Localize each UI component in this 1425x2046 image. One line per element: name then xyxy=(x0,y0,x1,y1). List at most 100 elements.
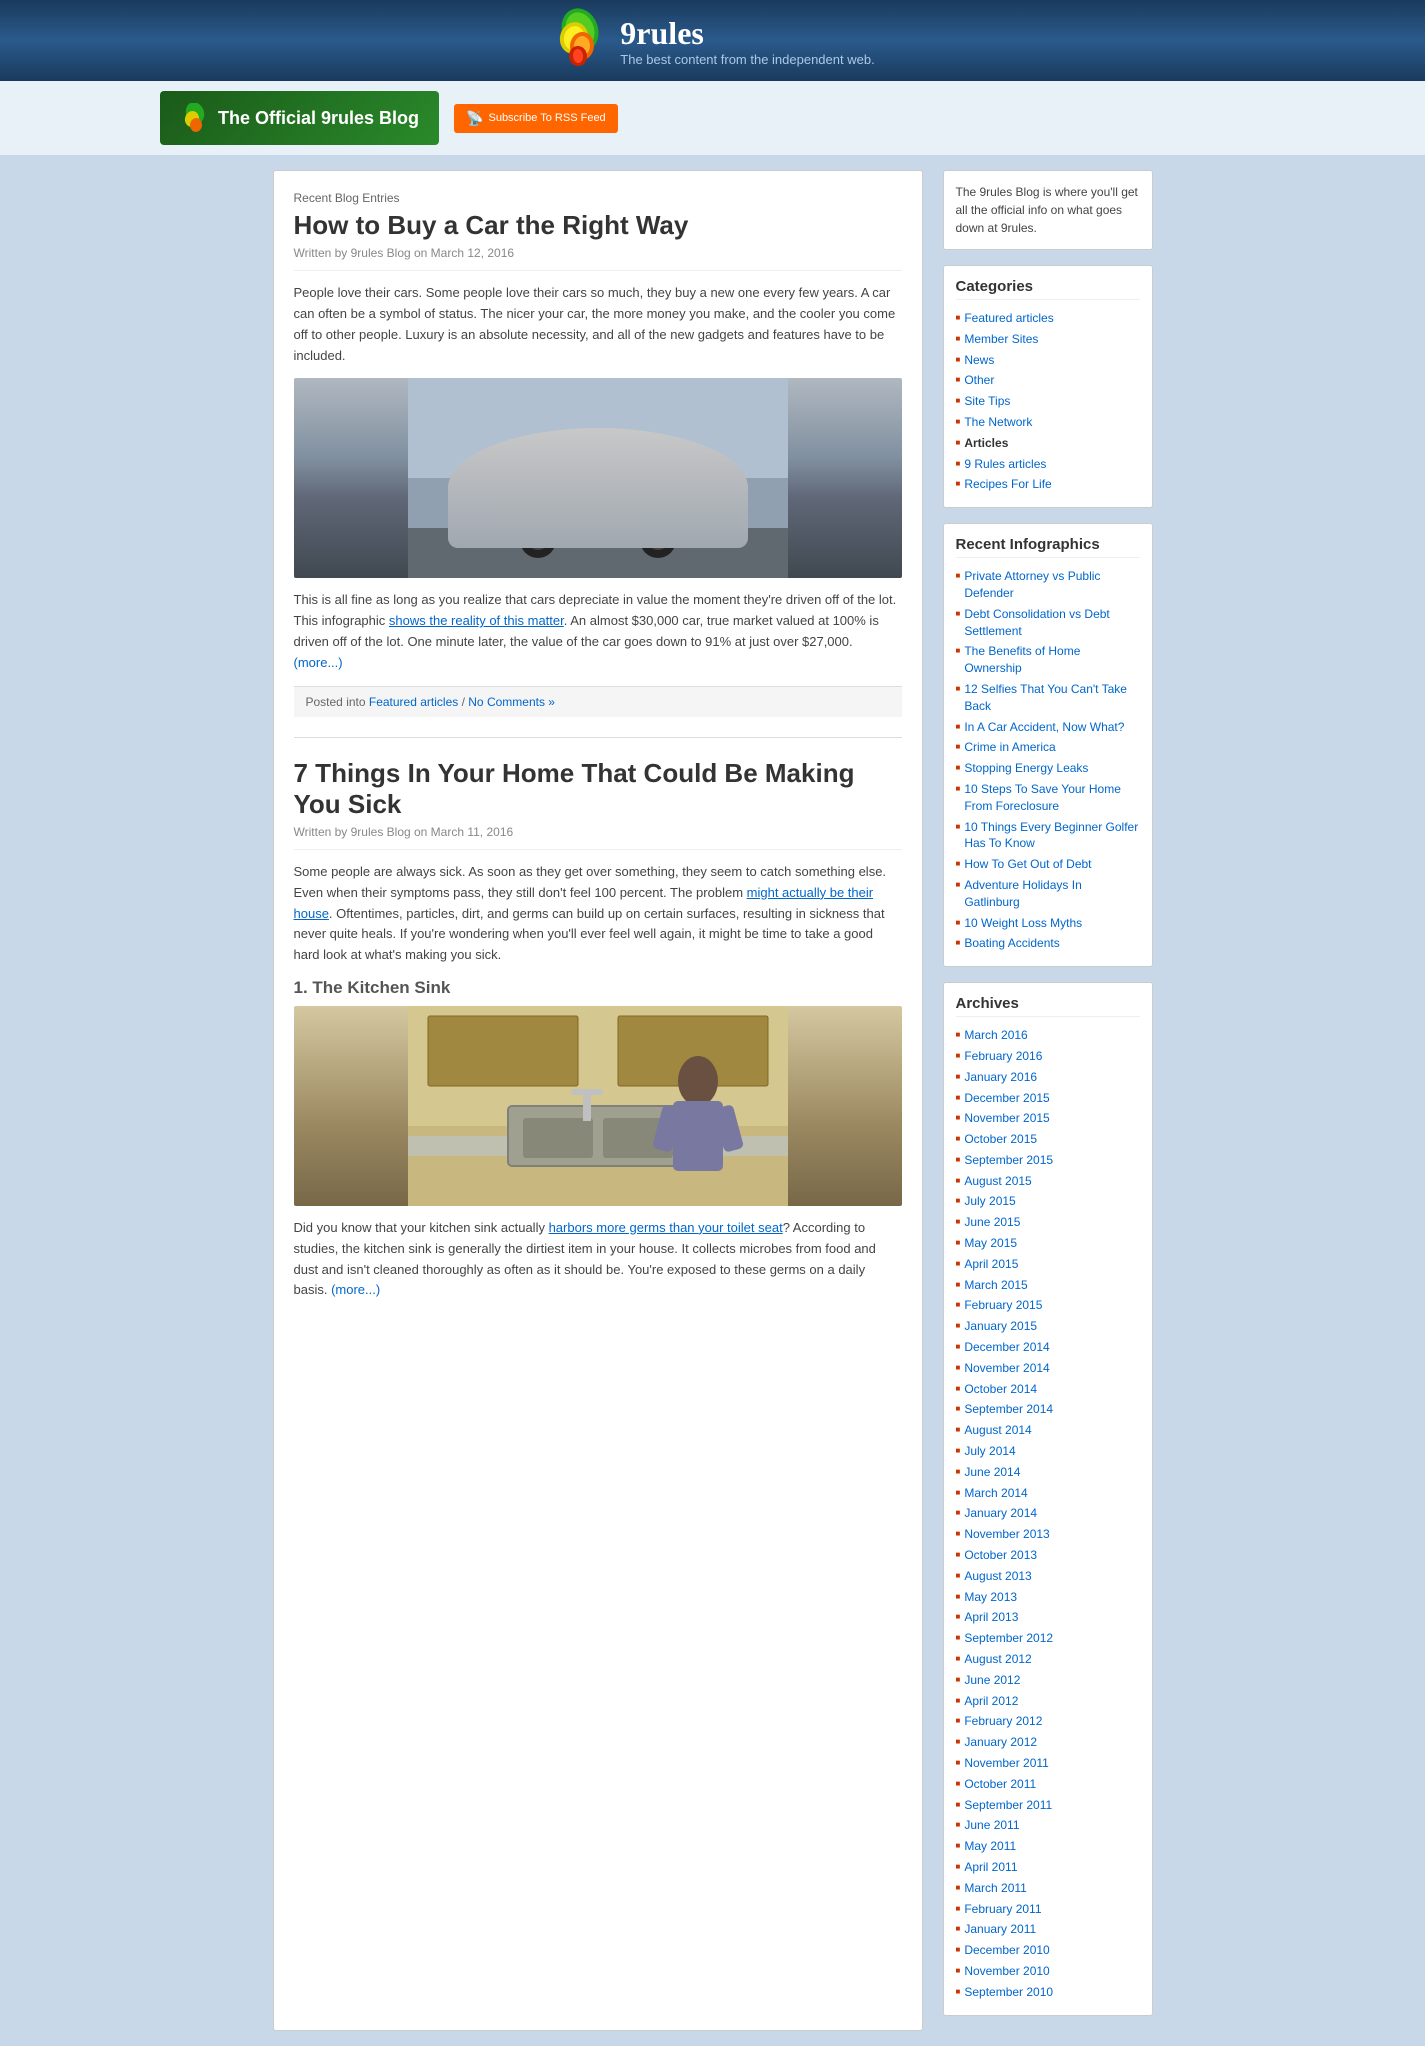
category-link[interactable]: Member Sites xyxy=(964,331,1038,348)
list-item: April 2013 xyxy=(956,1607,1140,1628)
list-item: August 2012 xyxy=(956,1649,1140,1670)
list-item: June 2014 xyxy=(956,1462,1140,1483)
archive-link[interactable]: December 2015 xyxy=(964,1090,1049,1107)
archive-link[interactable]: October 2014 xyxy=(964,1381,1037,1398)
list-item: June 2012 xyxy=(956,1670,1140,1691)
archive-link[interactable]: March 2016 xyxy=(964,1027,1027,1044)
post-2-inline-link2[interactable]: harbors more germs than your toilet seat xyxy=(549,1220,783,1235)
post-1-excerpt1: People love their cars. Some people love… xyxy=(294,283,902,366)
list-item: August 2013 xyxy=(956,1566,1140,1587)
archive-link[interactable]: January 2014 xyxy=(964,1505,1037,1522)
archive-link[interactable]: February 2015 xyxy=(964,1297,1042,1314)
archive-link[interactable]: May 2013 xyxy=(964,1589,1017,1606)
archive-link[interactable]: January 2016 xyxy=(964,1069,1037,1086)
category-link[interactable]: Featured articles xyxy=(964,310,1053,327)
list-item: February 2011 xyxy=(956,1899,1140,1920)
kitchen-sink-illustration xyxy=(294,1006,902,1206)
archive-link[interactable]: April 2013 xyxy=(964,1609,1018,1626)
infographic-link[interactable]: Crime in America xyxy=(964,739,1055,756)
archive-link[interactable]: October 2011 xyxy=(964,1776,1036,1793)
archive-link[interactable]: January 2011 xyxy=(964,1921,1036,1938)
list-item: September 2014 xyxy=(956,1399,1140,1420)
list-item: July 2014 xyxy=(956,1441,1140,1462)
post-1-more-link[interactable]: (more...) xyxy=(294,655,343,670)
archive-link[interactable]: September 2014 xyxy=(964,1401,1053,1418)
archive-link[interactable]: March 2014 xyxy=(964,1485,1027,1502)
list-item: News xyxy=(956,350,1140,371)
infographic-link[interactable]: 12 Selfies That You Can't Take Back xyxy=(964,681,1139,715)
rss-subscribe-button[interactable]: 📡 Subscribe To RSS Feed xyxy=(454,104,618,133)
category-link[interactable]: News xyxy=(964,352,994,369)
infographic-link[interactable]: The Benefits of Home Ownership xyxy=(964,643,1139,677)
archive-link[interactable]: April 2012 xyxy=(964,1693,1018,1710)
list-item: In A Car Accident, Now What? xyxy=(956,717,1140,738)
category-link[interactable]: Site Tips xyxy=(964,393,1010,410)
archive-link[interactable]: November 2014 xyxy=(964,1360,1049,1377)
archive-link[interactable]: November 2010 xyxy=(964,1963,1049,1980)
archive-link[interactable]: September 2010 xyxy=(964,1984,1053,2001)
archive-link[interactable]: June 2014 xyxy=(964,1464,1020,1481)
site-logo xyxy=(550,8,610,73)
archive-link[interactable]: September 2012 xyxy=(964,1630,1053,1647)
archive-link[interactable]: November 2011 xyxy=(964,1755,1049,1772)
category-link[interactable]: The Network xyxy=(964,414,1032,431)
infographic-link[interactable]: How To Get Out of Debt xyxy=(964,856,1091,873)
archive-link[interactable]: March 2011 xyxy=(964,1880,1026,1897)
archive-link[interactable]: August 2013 xyxy=(964,1568,1031,1585)
archive-link[interactable]: November 2013 xyxy=(964,1526,1049,1543)
archive-link[interactable]: February 2012 xyxy=(964,1713,1042,1730)
archive-link[interactable]: January 2015 xyxy=(964,1318,1037,1335)
list-item: April 2015 xyxy=(956,1254,1140,1275)
archive-link[interactable]: July 2014 xyxy=(964,1443,1015,1460)
category-link[interactable]: 9 Rules articles xyxy=(964,456,1046,473)
archive-link[interactable]: June 2011 xyxy=(964,1817,1019,1834)
post-1-inline-link[interactable]: shows the reality of this matter xyxy=(389,613,564,628)
archive-link[interactable]: April 2015 xyxy=(964,1256,1018,1273)
infographic-link[interactable]: 10 Weight Loss Myths xyxy=(964,915,1082,932)
infographic-link[interactable]: In A Car Accident, Now What? xyxy=(964,719,1124,736)
infographic-link[interactable]: 10 Steps To Save Your Home From Foreclos… xyxy=(964,781,1139,815)
infographic-link[interactable]: Debt Consolidation vs Debt Settlement xyxy=(964,606,1139,640)
archive-link[interactable]: June 2015 xyxy=(964,1214,1020,1231)
archive-link[interactable]: June 2012 xyxy=(964,1672,1020,1689)
archive-link[interactable]: January 2012 xyxy=(964,1734,1037,1751)
infographic-link[interactable]: Private Attorney vs Public Defender xyxy=(964,568,1139,602)
archive-link[interactable]: September 2011 xyxy=(964,1797,1052,1814)
list-item: May 2013 xyxy=(956,1587,1140,1608)
archive-link[interactable]: April 2011 xyxy=(964,1859,1017,1876)
archive-link[interactable]: May 2011 xyxy=(964,1838,1016,1855)
archive-link[interactable]: December 2010 xyxy=(964,1942,1049,1959)
post-1-category-link[interactable]: Featured articles xyxy=(369,695,458,709)
archive-link[interactable]: August 2012 xyxy=(964,1651,1031,1668)
archive-link[interactable]: December 2014 xyxy=(964,1339,1049,1356)
post-2-more-link[interactable]: (more...) xyxy=(331,1282,380,1297)
list-item: How To Get Out of Debt xyxy=(956,854,1140,875)
infographic-link[interactable]: Boating Accidents xyxy=(964,935,1059,952)
category-link[interactable]: Recipes For Life xyxy=(964,476,1051,493)
infographic-link[interactable]: Adventure Holidays In Gatlinburg xyxy=(964,877,1139,911)
archive-link[interactable]: September 2015 xyxy=(964,1152,1053,1169)
post-1-footer: Posted into Featured articles / No Comme… xyxy=(294,686,902,717)
list-item: August 2015 xyxy=(956,1171,1140,1192)
archive-link[interactable]: November 2015 xyxy=(964,1110,1049,1127)
list-item: December 2014 xyxy=(956,1337,1140,1358)
archive-link[interactable]: October 2015 xyxy=(964,1131,1037,1148)
archive-link[interactable]: August 2014 xyxy=(964,1422,1031,1439)
list-item: January 2014 xyxy=(956,1503,1140,1524)
post-1-comments-link[interactable]: No Comments » xyxy=(468,695,555,709)
category-link[interactable]: Other xyxy=(964,372,994,389)
list-item: Recipes For Life xyxy=(956,474,1140,495)
list-item: September 2012 xyxy=(956,1628,1140,1649)
archive-link[interactable]: March 2015 xyxy=(964,1277,1027,1294)
infographic-link[interactable]: Stopping Energy Leaks xyxy=(964,760,1088,777)
post-2-image xyxy=(294,1006,902,1206)
infographic-link[interactable]: 10 Things Every Beginner Golfer Has To K… xyxy=(964,819,1139,853)
archive-link[interactable]: August 2015 xyxy=(964,1173,1031,1190)
archive-link[interactable]: October 2013 xyxy=(964,1547,1037,1564)
archive-link[interactable]: May 2015 xyxy=(964,1235,1017,1252)
archive-link[interactable]: July 2015 xyxy=(964,1193,1015,1210)
archive-link[interactable]: February 2016 xyxy=(964,1048,1042,1065)
category-link[interactable]: Articles xyxy=(964,435,1008,452)
sidebar: The 9rules Blog is where you'll get all … xyxy=(943,170,1153,2031)
archive-link[interactable]: February 2011 xyxy=(964,1901,1041,1918)
